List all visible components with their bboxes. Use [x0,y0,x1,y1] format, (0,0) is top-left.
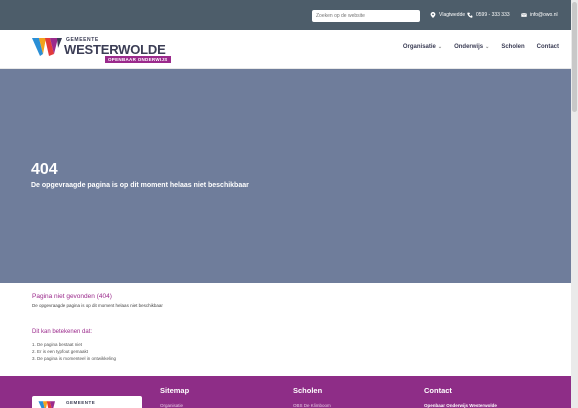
nav-item-onderwijs[interactable]: Onderwijs ⌄ [454,44,489,50]
footer-heading-sitemap: Sitemap [160,386,190,395]
email-text: info@owo.nl [530,12,558,18]
footer-logo-text: GEMEENTE [66,400,96,405]
page: Vlagtwedde 0599 - 333 333 info@owo.nl GE… [0,0,571,408]
phone-text: 0599 - 333 333 [476,12,510,18]
nav-label: Onderwijs [454,44,484,50]
content-text: De opgevraagde pagina is op dit moment h… [32,303,163,308]
phone-info[interactable]: 0599 - 333 333 [467,12,510,18]
content-subtitle: Dit kan betekenen dat: [32,329,93,335]
reasons-list: 1. De pagina bestaat niet 2. Er is een t… [32,341,116,362]
logo-tagline: OPENBAAR ONDERWIJS [105,56,171,63]
logo-big-text: WESTERWOLDE [64,42,166,57]
footer-logo[interactable]: GEMEENTE [32,396,142,408]
error-code: 404 [31,161,58,178]
nav-item-contact[interactable]: Contact [537,44,559,50]
chevron-down-icon: ⌄ [437,44,443,50]
phone-icon [467,12,473,18]
hero-banner: 404 De opgevraagde pagina is op dit mome… [0,69,571,283]
site-logo[interactable]: GEMEENTE WESTERWOLDE OPENBAAR ONDERWIJS [32,34,172,64]
search-input[interactable] [312,10,420,22]
nav-label: Scholen [501,44,525,50]
logo-mark-icon [38,401,55,408]
error-message: De opgevraagde pagina is op dit moment h… [31,182,249,189]
scrollbar[interactable] [571,0,578,408]
top-bar: Vlagtwedde 0599 - 333 333 info@owo.nl [0,0,571,30]
location-text: Vlagtwedde [439,12,466,18]
email-info[interactable]: info@owo.nl [521,12,558,18]
envelope-icon [521,13,527,17]
site-footer: GEMEENTE Sitemap Organisatie Scholen OBS… [0,376,571,408]
footer-contact-name: Openbaar Onderwijs Westerwolde [424,403,497,408]
list-item: 1. De pagina bestaat niet [32,342,83,347]
site-header: GEMEENTE WESTERWOLDE OPENBAAR ONDERWIJS … [0,30,571,69]
footer-heading-contact: Contact [424,386,452,395]
nav-label: Contact [536,44,559,50]
nav-item-scholen[interactable]: Scholen [501,44,524,50]
location-info[interactable]: Vlagtwedde [430,12,465,18]
nav-label: Organisatie [402,44,436,50]
content-title: Pagina niet gevonden (404) [32,293,112,300]
footer-link[interactable]: Organisatie [160,403,183,408]
footer-link[interactable]: OBS De Klimboom [293,403,331,408]
list-item: 3. De pagina is momenteel in ontwikkelin… [32,356,117,361]
error-content: Pagina niet gevonden (404) De opgevraagd… [0,283,571,376]
chevron-down-icon: ⌄ [485,44,490,50]
scrollbar-thumb[interactable] [572,2,577,112]
logo-mark-icon [32,38,62,56]
list-item: 2. Er is een typfout gemaakt [32,349,89,354]
nav-item-organisatie[interactable]: Organisatie ⌄ [403,44,442,50]
main-nav: Organisatie ⌄ Onderwijs ⌄ Scholen Contac… [403,44,559,50]
footer-heading-scholen: Scholen [293,386,323,395]
map-pin-icon [430,12,436,18]
